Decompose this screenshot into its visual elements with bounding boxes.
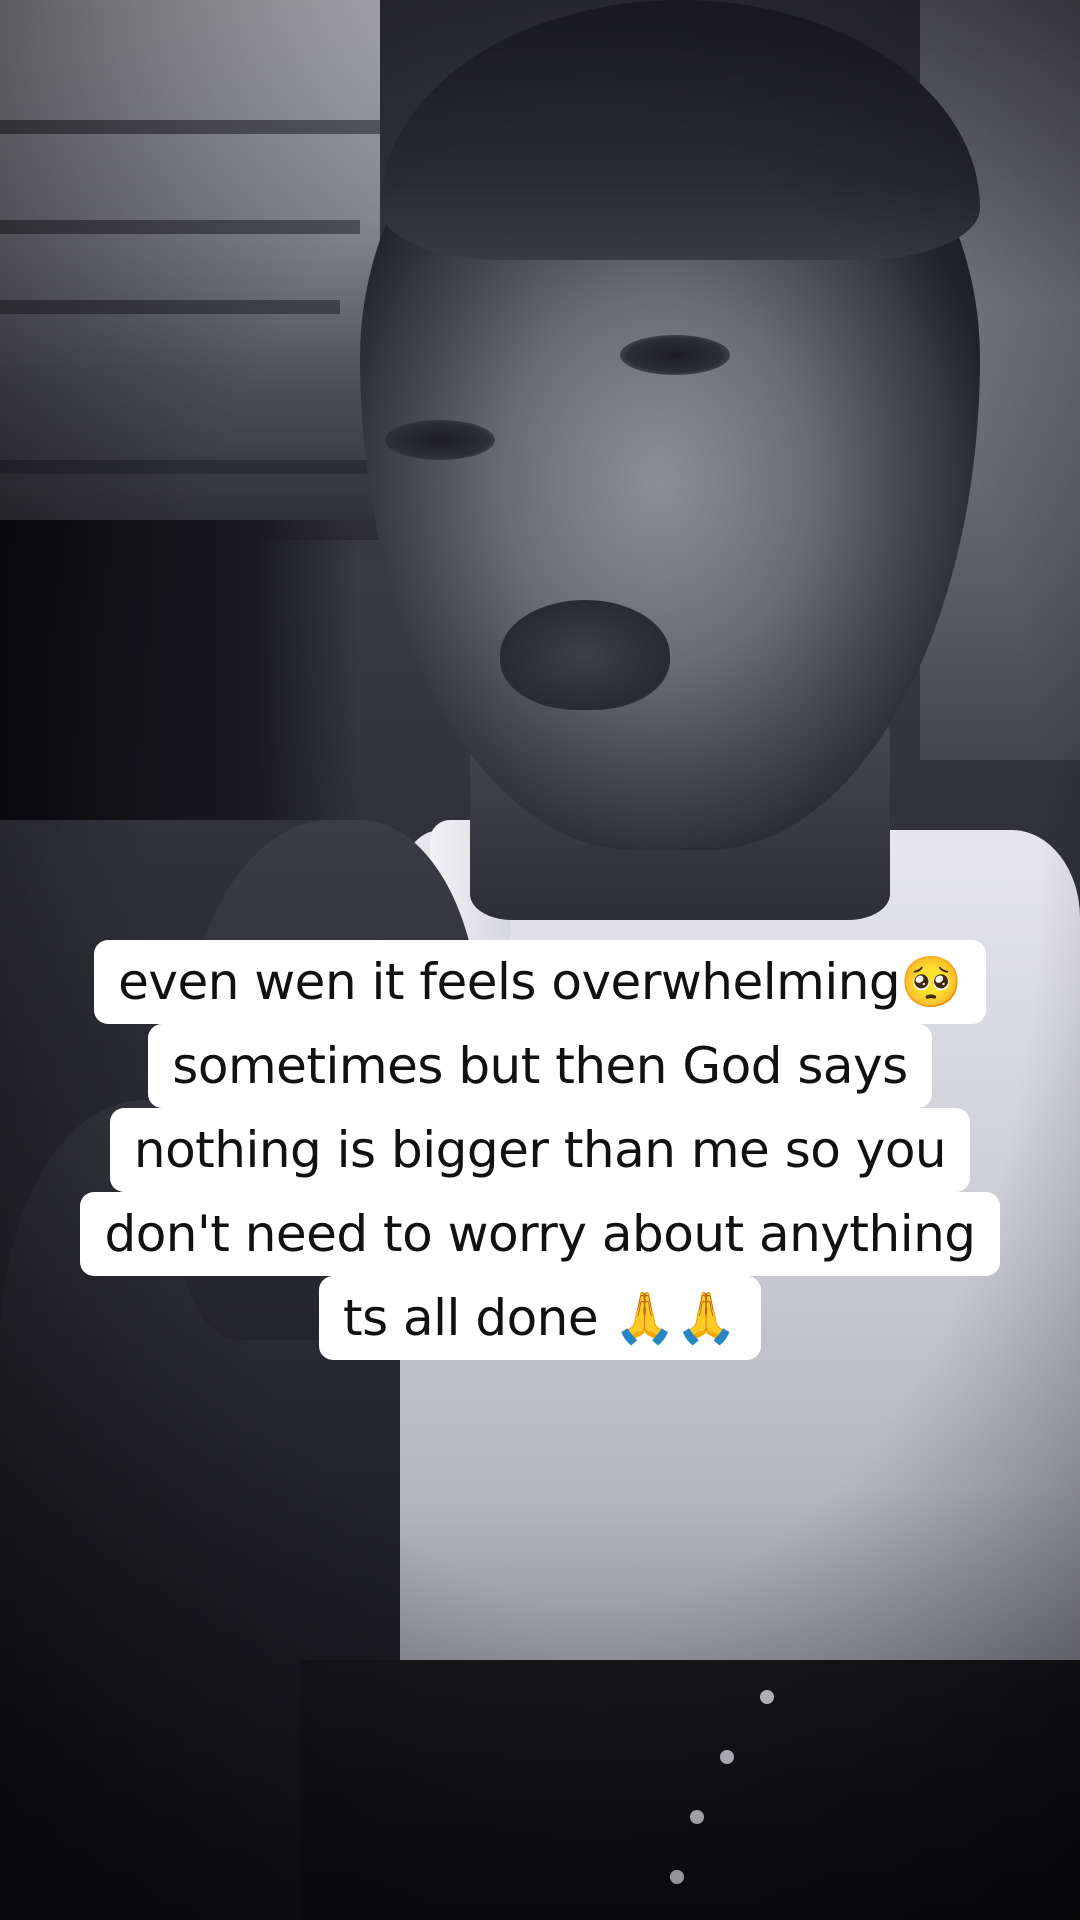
lips: [500, 600, 670, 710]
cap: [380, 0, 980, 260]
caption-line: sometimes but then God says: [148, 1024, 932, 1108]
caption-line: don't need to worry about anything: [80, 1192, 1000, 1276]
eye-left: [385, 420, 495, 460]
eye-right: [620, 335, 730, 375]
dark-pants: [300, 1660, 1080, 1920]
caption-line: nothing is bigger than me so you: [109, 1108, 971, 1192]
caption-line: even wen it feels overwhelming🥺: [94, 940, 986, 1024]
photo-background: even wen it feels overwhelming🥺 sometime…: [0, 0, 1080, 1920]
caption-line: ts all done 🙏🙏: [318, 1276, 762, 1360]
bookshelf: [0, 0, 380, 540]
caption-overlay: even wen it feels overwhelming🥺 sometime…: [0, 940, 1080, 1360]
dark-recess: [0, 520, 360, 820]
